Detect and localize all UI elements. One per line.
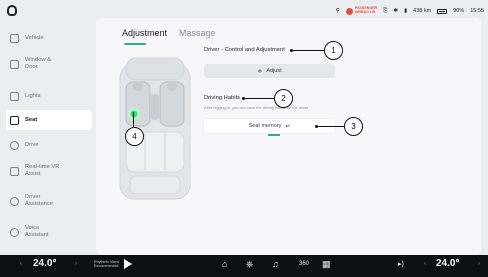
airbag-status: PASSENGER AIRBAG ON xyxy=(345,6,377,15)
range-text: 438 km xyxy=(413,8,432,14)
save-memory-icon: ↵ xyxy=(285,123,291,130)
sidebar-item-voice-assistant[interactable]: Voice Assistant xyxy=(10,225,90,239)
adjust-label: Adjust xyxy=(266,68,282,74)
temp-left-decrease-icon[interactable]: ‹ xyxy=(20,261,22,267)
seat-icon xyxy=(10,115,19,125)
callout-2: 2 xyxy=(274,89,293,108)
vr-icon xyxy=(10,166,19,176)
callout-1: 1 xyxy=(324,41,343,60)
callout-4-line xyxy=(133,112,134,128)
music-subtitle: Recommended xyxy=(94,264,119,269)
callout-4: 4 xyxy=(125,127,144,146)
bottom-bar: ‹ 24.0° › Rhythmic Vibes Recommended ⌂ ⎈… xyxy=(0,255,488,277)
callout-2-dot xyxy=(242,97,245,100)
sidebar-item-window-door[interactable]: Window & Door xyxy=(10,57,90,71)
callout-3-dot xyxy=(315,125,318,128)
seat-settings-panel: Adjustment Massage Driver - Control and … xyxy=(96,18,481,255)
callout-1-dot xyxy=(290,49,293,52)
temp-right[interactable]: 24.0° xyxy=(436,258,459,269)
bluetooth-icon: ✱ xyxy=(393,8,399,14)
play-icon[interactable] xyxy=(124,259,132,269)
adjust-button[interactable]: ≑ Adjust xyxy=(204,64,335,78)
sidebar-item-vr-assist[interactable]: Real-time VR Assist xyxy=(10,164,90,178)
sidebar-item-label: Window & Door xyxy=(25,57,52,70)
tab-massage[interactable]: Massage xyxy=(179,28,216,38)
sidebar-item-vehicle[interactable]: Vehicle xyxy=(10,34,90,43)
seat-adjust-icon: ≑ xyxy=(257,68,263,75)
window-icon xyxy=(10,59,19,69)
temp-right-decrease-icon[interactable]: ‹ xyxy=(424,261,426,267)
airbag-line2: AIRBAG ON xyxy=(354,10,376,14)
sidebar-item-lights[interactable]: Lights xyxy=(10,92,90,101)
driving-habits-title: Driving Habits xyxy=(204,95,241,101)
apps-grid-icon[interactable]: ▦ xyxy=(322,259,331,270)
battery-text: 90% xyxy=(453,8,465,14)
assist-icon xyxy=(10,196,19,206)
sidebar: Vehicle Window & Door Lights Seat Drive … xyxy=(0,22,94,255)
voice-icon xyxy=(10,227,19,237)
clock: 15:55 xyxy=(470,8,484,14)
sidebar-item-label: Real-time VR Assist xyxy=(25,164,60,177)
no-phone-icon: ⎘ xyxy=(383,7,388,14)
temp-right-increase-icon[interactable]: › xyxy=(478,261,480,267)
seat-memory-indicator xyxy=(268,134,280,136)
brand-logo-icon xyxy=(7,5,17,16)
callout-2-line xyxy=(244,98,274,99)
camera-360-button[interactable]: 360 xyxy=(299,261,309,267)
car-icon xyxy=(10,34,19,43)
active-tab-indicator xyxy=(124,43,146,45)
music-note-icon[interactable]: ♫ xyxy=(272,259,279,269)
sidebar-item-label: Seat xyxy=(25,116,38,123)
driver-control-title: Driver - Control and Adjustment xyxy=(204,47,285,53)
sidebar-item-label: Drive xyxy=(25,142,39,148)
notification-icon: ⚲ xyxy=(335,8,340,14)
sidebar-item-label: Vehicle xyxy=(25,35,44,41)
steering-icon xyxy=(10,141,19,150)
sidebar-item-seat[interactable]: Seat xyxy=(6,110,92,130)
callout-1-line xyxy=(292,50,325,51)
temp-left-increase-icon[interactable]: › xyxy=(75,261,77,267)
driving-habits-desc: After logging in, you can save the drivi… xyxy=(204,105,309,110)
temp-left[interactable]: 24.0° xyxy=(33,258,56,269)
lights-icon xyxy=(10,92,19,101)
sidebar-item-driver-assistance[interactable]: Driver Assistance xyxy=(10,194,90,208)
signal-icon: ▮ xyxy=(404,8,408,14)
battery-icon xyxy=(437,8,448,14)
status-right: ⚲ PASSENGER AIRBAG ON ⎘ ✱ ▮ 438 km 90% 1… xyxy=(336,5,484,17)
sidebar-item-drive[interactable]: Drive xyxy=(10,141,90,150)
sidebar-item-label: Voice Assistant xyxy=(25,225,49,238)
sidebar-item-label: Lights xyxy=(25,93,41,99)
music-info[interactable]: Rhythmic Vibes Recommended xyxy=(94,260,119,268)
car-dock-icon[interactable]: ⎈ xyxy=(246,259,253,270)
airbag-icon xyxy=(345,7,353,15)
volume-icon[interactable]: ▸) xyxy=(398,260,404,268)
seat-highlight-dot xyxy=(127,107,141,121)
tab-adjustment[interactable]: Adjustment xyxy=(122,28,167,38)
seat-memory-label: Seat memory xyxy=(248,123,282,129)
home-icon[interactable]: ⌂ xyxy=(222,259,227,269)
sidebar-item-label: Driver Assistance xyxy=(25,194,54,207)
callout-3-line xyxy=(317,126,345,127)
callout-3: 3 xyxy=(344,117,363,136)
